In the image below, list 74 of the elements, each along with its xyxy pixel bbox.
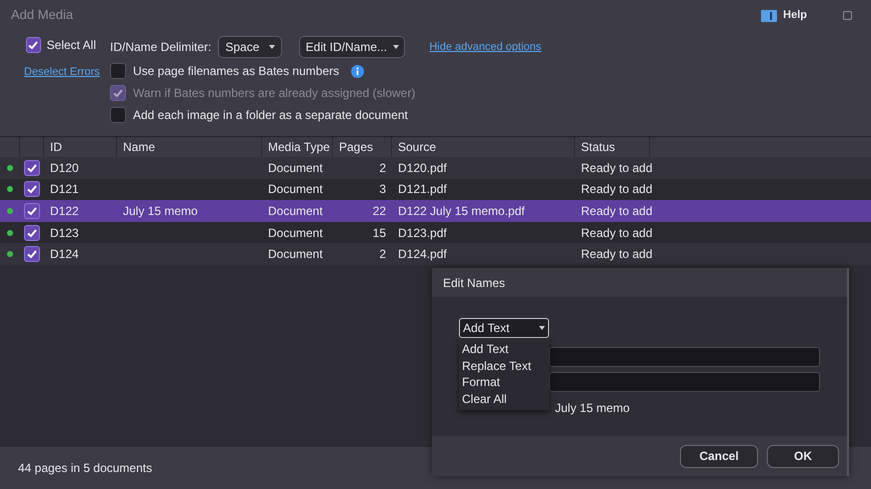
check-icon	[26, 204, 38, 217]
delimiter-dropdown[interactable]: Space	[218, 36, 282, 58]
check-icon	[27, 39, 40, 51]
caret-icon	[539, 326, 545, 330]
checkbox[interactable]	[24, 181, 40, 198]
dialog-button[interactable]: OK	[767, 444, 839, 468]
caret-icon	[393, 45, 400, 49]
help-link[interactable]: Help	[783, 6, 807, 24]
select-all-label: Select All	[46, 37, 96, 54]
table-row[interactable]: D121 Document 3 D121.pdf Ready to add	[0, 178, 871, 200]
table-cell-text: 3	[379, 181, 386, 198]
check-icon	[26, 162, 38, 174]
table-cell-text: Ready to add	[581, 160, 652, 177]
table-row[interactable]: D122 July 15 memo Document 22 D122 July 15 memo.pdf Ready to add	[0, 200, 871, 222]
checkbox[interactable]	[24, 202, 40, 219]
table-cell-text: Document	[268, 202, 323, 220]
menu-item[interactable]: Clear All	[459, 391, 549, 408]
table-cell-text: D120	[50, 160, 79, 177]
table-cell-text: Document	[268, 224, 323, 242]
caret-icon	[269, 45, 276, 49]
help-icon[interactable]	[761, 8, 778, 22]
table-cell-text: July 15 memo	[123, 202, 198, 220]
status-bar-text: 44 pages in 5 documents	[18, 460, 152, 477]
hide-advanced-link[interactable]: Hide advanced options	[429, 38, 542, 56]
maximize-button[interactable]	[843, 10, 852, 20]
menu-item[interactable]: Add Text	[459, 341, 549, 358]
table-cell-text: Document	[268, 246, 323, 264]
table-cell-text: 2	[379, 246, 386, 264]
text-field[interactable]	[549, 372, 820, 392]
table-cell-text: Ready to add	[581, 224, 652, 242]
preview-text: July 15 memo	[555, 400, 631, 417]
checkbox[interactable]	[24, 160, 40, 176]
table-cell-text: Document	[268, 160, 323, 177]
table-cell-text: 2	[379, 160, 386, 177]
checkbox[interactable]	[24, 246, 40, 262]
table-cell-text: D123	[50, 224, 79, 242]
table-cell-text: Document	[268, 181, 323, 198]
table-cell-text: D124	[50, 246, 79, 264]
table-row[interactable]: D120 Document 2 D120.pdf Ready to add	[0, 157, 871, 179]
table-cell-text: D121	[50, 181, 79, 198]
check-icon	[26, 183, 38, 196]
checkbox-label: Add each image in a folder as a separate document	[133, 107, 408, 124]
checkbox[interactable]	[110, 107, 126, 123]
table-row[interactable]: D123 Document 15 D123.pdf Ready to add	[0, 222, 871, 244]
table-cell-text: 15	[372, 224, 386, 242]
table-cell-text: Ready to add	[581, 181, 652, 198]
table-cell-text: D123.pdf	[398, 224, 447, 242]
action-dropdown[interactable]: Add Text	[459, 318, 549, 338]
window-title: Add Media	[11, 6, 74, 24]
dialog-title: Edit Names	[443, 274, 506, 292]
check-icon	[26, 248, 38, 260]
checkbox[interactable]	[110, 63, 126, 79]
edit-id-name-dropdown[interactable]: Edit ID/Name...	[299, 36, 406, 58]
dialog-button[interactable]: Cancel	[680, 444, 758, 468]
check-icon	[112, 87, 124, 99]
table-cell-text: D122	[50, 202, 79, 220]
table-cell-text: D124.pdf	[398, 246, 447, 264]
checkbox-label: Warn if Bates numbers are already assigned (slower)	[133, 85, 416, 102]
menu-item[interactable]: Format	[459, 374, 549, 392]
table-cell-text: D121.pdf	[398, 181, 447, 198]
table-cell-text: D122 July 15 memo.pdf	[398, 202, 525, 220]
table-cell-text: Ready to add	[581, 246, 652, 264]
checkbox[interactable]	[24, 224, 40, 241]
delimiter-label: ID/Name Delimiter:	[110, 39, 212, 56]
table-cell-text: Ready to add	[581, 202, 652, 220]
text-field[interactable]	[549, 347, 820, 367]
checkbox[interactable]	[26, 37, 41, 53]
checkbox-label: Use page filenames as Bates numbers	[133, 63, 340, 80]
info-icon[interactable]	[351, 64, 364, 78]
table-cell-text: D120.pdf	[398, 160, 447, 177]
table-cell-text: 22	[372, 202, 386, 220]
table-row[interactable]: D124 Document 2 D124.pdf Ready to add	[0, 243, 871, 265]
menu-item[interactable]: Replace Text	[459, 358, 549, 374]
check-icon	[26, 226, 38, 239]
